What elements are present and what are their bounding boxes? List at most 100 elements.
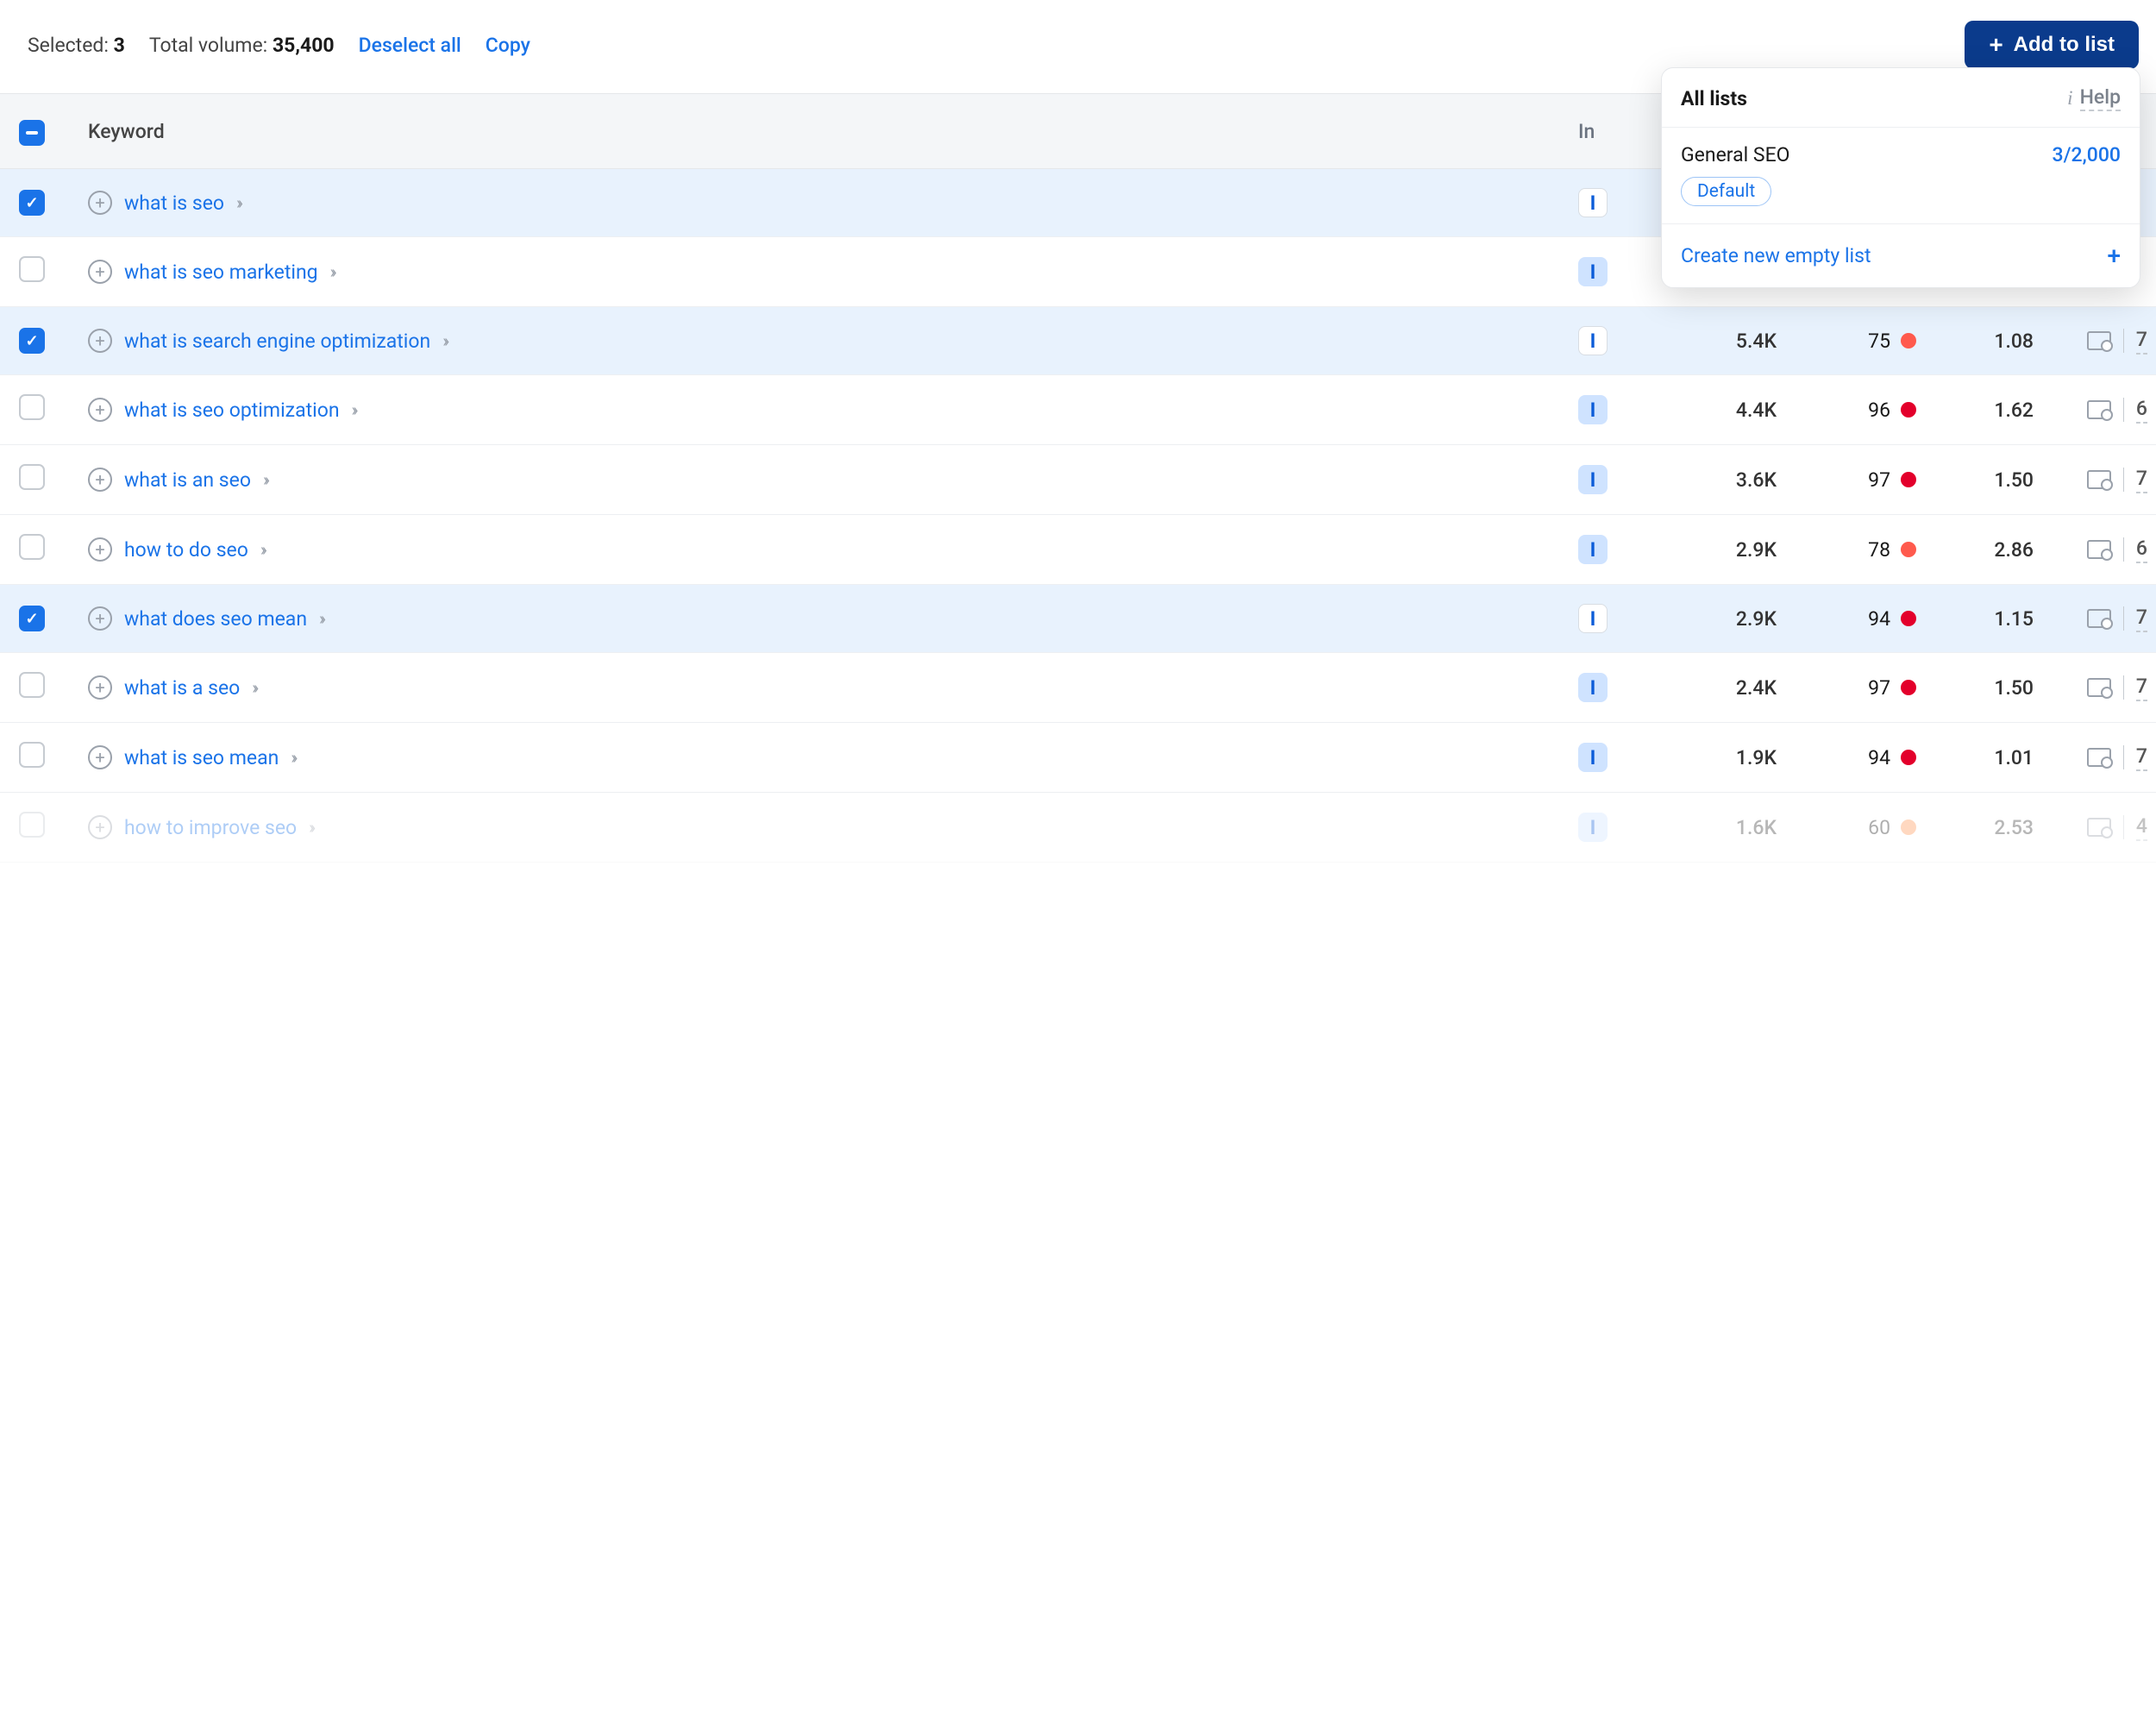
kd-cell: 94 (1802, 746, 1932, 769)
chevrons-right-icon: ›› (330, 261, 334, 282)
difficulty-dot-icon (1901, 333, 1916, 348)
keyword-link[interactable]: what is a seo (124, 676, 240, 700)
select-all-checkbox[interactable] (19, 120, 45, 146)
plus-icon: + (1989, 33, 2002, 57)
keyword-link[interactable]: what does seo mean (124, 607, 307, 631)
chevrons-right-icon: ›› (263, 469, 266, 490)
row-checkbox[interactable]: ✓ (19, 190, 45, 216)
keyword-link[interactable]: what is seo optimization (124, 399, 340, 422)
cpc-value: 2.86 (1932, 538, 2044, 562)
row-checkbox[interactable]: ✓ (19, 394, 45, 420)
serp-count[interactable]: 7 (2136, 606, 2147, 632)
intent-badge[interactable]: I (1578, 188, 1608, 217)
keyword-link[interactable]: what is an seo (124, 468, 251, 492)
copy-link[interactable]: Copy (486, 34, 530, 57)
keyword-link[interactable]: what is seo (124, 192, 224, 215)
column-keyword[interactable]: Keyword (88, 120, 1578, 143)
add-circle-icon[interactable]: + (88, 745, 112, 769)
default-badge: Default (1681, 177, 1771, 206)
serp-count[interactable]: 6 (2136, 397, 2147, 424)
chevrons-right-icon: ›› (260, 539, 264, 560)
chevrons-right-icon: ›› (319, 608, 323, 629)
add-circle-icon[interactable]: + (88, 468, 112, 492)
serp-icon[interactable] (2087, 540, 2111, 559)
row-checkbox[interactable]: ✓ (19, 464, 45, 490)
help-link[interactable]: i Help (2067, 85, 2121, 111)
row-checkbox[interactable]: ✓ (19, 328, 45, 354)
keyword-link[interactable]: what is search engine optimization (124, 330, 430, 353)
difficulty-dot-icon (1901, 611, 1916, 626)
table-row: ✓+what is an seo››I3.6K971.507 (0, 445, 2156, 515)
add-circle-icon[interactable]: + (88, 398, 112, 422)
plus-icon: + (2107, 242, 2121, 270)
row-checkbox[interactable]: ✓ (19, 742, 45, 768)
table-row: ✓+what is seo mean››I1.9K941.017 (0, 723, 2156, 793)
row-checkbox[interactable]: ✓ (19, 256, 45, 282)
add-to-list-button[interactable]: + Add to list (1965, 21, 2139, 69)
serp-icon[interactable] (2087, 609, 2111, 628)
create-new-list-link[interactable]: Create new empty list + (1662, 224, 2140, 287)
add-circle-icon[interactable]: + (88, 675, 112, 700)
kd-value: 94 (1868, 607, 1890, 631)
serp-icon[interactable] (2087, 818, 2111, 837)
add-circle-icon[interactable]: + (88, 191, 112, 215)
difficulty-dot-icon (1901, 472, 1916, 487)
intent-badge[interactable]: I (1578, 257, 1608, 286)
intent-badge[interactable]: I (1578, 326, 1608, 355)
deselect-all-link[interactable]: Deselect all (359, 34, 461, 57)
chevrons-right-icon: ›› (352, 399, 355, 420)
list-name: General SEO (1681, 143, 1789, 166)
chevrons-right-icon: ›› (309, 817, 312, 838)
kd-value: 97 (1868, 468, 1890, 492)
intent-badge[interactable]: I (1578, 465, 1608, 494)
cpc-value: 1.62 (1932, 399, 2044, 422)
intent-badge[interactable]: I (1578, 535, 1608, 564)
kd-value: 94 (1868, 746, 1890, 769)
kd-cell: 78 (1802, 538, 1932, 562)
serp-count[interactable]: 7 (2136, 744, 2147, 771)
intent-badge[interactable]: I (1578, 813, 1608, 842)
serp-icon[interactable] (2087, 400, 2111, 419)
add-circle-icon[interactable]: + (88, 329, 112, 353)
add-circle-icon[interactable]: + (88, 815, 112, 839)
row-checkbox[interactable]: ✓ (19, 534, 45, 560)
add-to-list-label: Add to list (2014, 33, 2115, 57)
intent-badge[interactable]: I (1578, 604, 1608, 633)
cpc-value: 1.01 (1932, 746, 2044, 769)
intent-badge[interactable]: I (1578, 673, 1608, 702)
serp-count[interactable]: 4 (2136, 814, 2147, 841)
volume-value: 4.4K (1682, 399, 1802, 422)
serp-count[interactable]: 7 (2136, 675, 2147, 701)
row-checkbox[interactable]: ✓ (19, 606, 45, 631)
info-icon: i (2067, 87, 2072, 110)
intent-badge[interactable]: I (1578, 395, 1608, 424)
check-icon: ✓ (25, 332, 38, 350)
row-checkbox[interactable]: ✓ (19, 812, 45, 838)
kd-value: 60 (1868, 816, 1890, 839)
kd-cell: 60 (1802, 816, 1932, 839)
serp-count[interactable]: 7 (2136, 467, 2147, 493)
keyword-link[interactable]: what is seo marketing (124, 261, 318, 284)
keyword-link[interactable]: how to do seo (124, 538, 248, 562)
add-circle-icon[interactable]: + (88, 260, 112, 284)
chevrons-right-icon: ›› (442, 330, 446, 351)
keyword-link[interactable]: how to improve seo (124, 816, 297, 839)
volume-value: 2.4K (1682, 676, 1802, 700)
difficulty-dot-icon (1901, 402, 1916, 418)
serp-icon[interactable] (2087, 748, 2111, 767)
list-item-general-seo[interactable]: General SEO Default 3/2,000 (1662, 128, 2140, 224)
table-row: ✓+what is a seo››I2.4K971.507 (0, 653, 2156, 723)
intent-badge[interactable]: I (1578, 743, 1608, 772)
keyword-link[interactable]: what is seo mean (124, 746, 279, 769)
serp-icon[interactable] (2087, 678, 2111, 697)
kd-cell: 96 (1802, 399, 1932, 422)
serp-icon[interactable] (2087, 331, 2111, 350)
add-circle-icon[interactable]: + (88, 606, 112, 631)
row-checkbox[interactable]: ✓ (19, 672, 45, 698)
serp-count[interactable]: 6 (2136, 537, 2147, 563)
kd-cell: 94 (1802, 607, 1932, 631)
kd-value: 96 (1868, 399, 1890, 422)
serp-icon[interactable] (2087, 470, 2111, 489)
serp-count[interactable]: 7 (2136, 328, 2147, 355)
add-circle-icon[interactable]: + (88, 537, 112, 562)
